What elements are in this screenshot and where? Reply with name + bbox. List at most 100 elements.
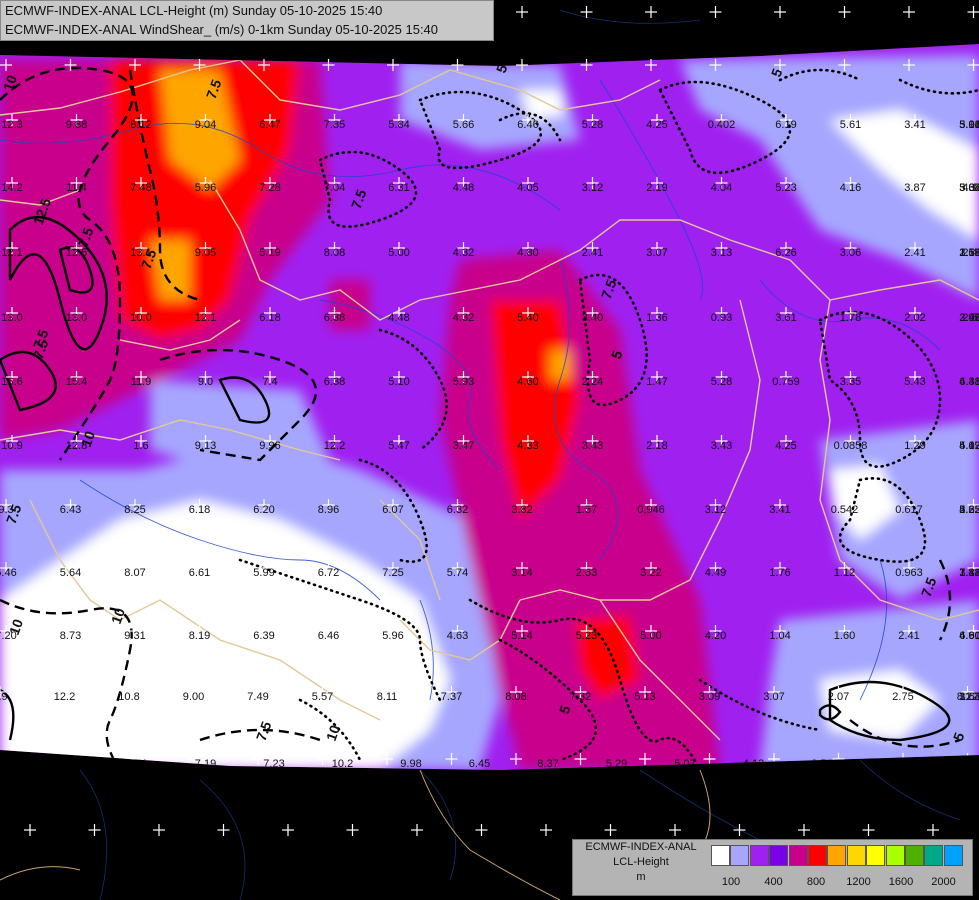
grid-value: 4.05 (517, 182, 538, 194)
legend-title-source: ECMWF-INDEX-ANAL (585, 841, 697, 853)
grid-value: 3.47 (453, 440, 474, 452)
grid-value: 9.9 (0, 691, 8, 703)
grid-value: 5.00 (640, 630, 661, 642)
grid-value: 2.02 (904, 312, 925, 324)
grid-value: 5.23 (775, 182, 796, 194)
grid-value: 3.61 (775, 312, 796, 324)
legend-swatch (924, 845, 944, 866)
grid-value: 10.2 (332, 758, 353, 770)
grid-value: 11.3 (960, 691, 979, 703)
grid-value: 6.31 (388, 182, 409, 194)
grid-value: 1.78 (840, 312, 861, 324)
grid-value: 5.29 (606, 758, 627, 770)
grid-value: 4.04 (711, 182, 732, 194)
grid-value: 3.41 (904, 119, 925, 131)
grid-value: 8 (0, 758, 3, 770)
grid-value: 8.19 (189, 630, 210, 642)
grid-value: 8.37 (537, 758, 558, 770)
grid-value: 6.32 (447, 504, 468, 516)
legend-swatch (827, 845, 847, 866)
grid-value: 15.4 (66, 376, 87, 388)
grid-value: 13.0 (66, 312, 87, 324)
header-line-windshear: ECMWF-INDEX-ANAL WindShear_ (m/s) 0-1km … (5, 22, 439, 37)
grid-value: 4.63 (447, 630, 468, 642)
legend-title-unit: m (636, 871, 646, 883)
grid-value: 7.04 (324, 182, 345, 194)
color-legend: ECMWF-INDEX-ANAL LCL-Height m 100 400 800 1… (572, 839, 973, 896)
grid-value: 9.31 (124, 630, 145, 642)
grid-value: 5.99 (253, 567, 274, 579)
weather-map-view: 12.3 9.88 8.12 9.04 6.47 7.85 5.84 5.66 6.46 5.28… (0, 0, 979, 900)
grid-value: 6.47 (259, 119, 280, 131)
grid-value: 9.0 (198, 376, 213, 388)
grid-value: 7.48 (130, 182, 151, 194)
grid-value: 6.39 (253, 630, 274, 642)
grid-value: 3.35 (840, 376, 861, 388)
grid-value: 3.40 (582, 312, 603, 324)
grid-value: 8.08 (505, 691, 526, 703)
grid-value: 6.43 (60, 504, 81, 516)
legend-tick-label: 2000 (931, 876, 956, 888)
grid-value: 5.74 (447, 567, 468, 579)
grid-value: 9.96 (259, 440, 280, 452)
grid-value: 7.42 (959, 567, 979, 579)
grid-value: 3.43 (711, 440, 732, 452)
grid-value: 4.17 (959, 440, 979, 452)
grid-value: 12.3 (1, 119, 22, 131)
grid-value: 2.07 (828, 691, 849, 703)
grid-value: 5.66 (453, 119, 474, 131)
grid-value: 5.28 (582, 119, 603, 131)
grid-value: 7.25 (382, 567, 403, 579)
grid-value: 0.0858 (834, 440, 868, 452)
grid-value: 8.11 (377, 691, 398, 703)
legend-tick-label: 100 (721, 876, 741, 888)
grid-value: 0.93 (711, 312, 732, 324)
grid-value: 1.47 (646, 376, 667, 388)
grid-value: 13.0 (1, 312, 22, 324)
grid-value: 12.1 (195, 312, 216, 324)
grid-value: 6.38 (324, 312, 345, 324)
grid-value: 3.06 (840, 247, 861, 259)
grid-value: 6.61 (189, 567, 210, 579)
grid-value: 2.19 (646, 182, 667, 194)
grid-value: 9.98 (400, 758, 421, 770)
grid-value: 12.1 (1, 247, 22, 259)
grid-value: 5.10 (388, 376, 409, 388)
grid-value: 12.2 (324, 440, 345, 452)
grid-value: 11.4 (66, 182, 87, 194)
legend-swatch (769, 845, 789, 866)
grid-value: 7.49 (247, 691, 268, 703)
grid-value: 14.2 (1, 182, 22, 194)
grid-value: 4.48 (388, 312, 409, 324)
grid-value: 4.13 (743, 758, 764, 770)
grid-value: 6.26 (775, 247, 796, 259)
grid-value: 1.29 (904, 440, 925, 452)
grid-value: 12.5 (66, 247, 87, 259)
legend-tick-label: 400 (764, 876, 783, 888)
grid-value: 3.22 (640, 567, 661, 579)
legend-swatch (711, 845, 730, 866)
grid-value: 8.07 (124, 567, 145, 579)
grid-value: 3.12 (705, 504, 726, 516)
grid-value: 4.25 (646, 119, 667, 131)
grid-value: 7.32 (570, 691, 591, 703)
legend-title: ECMWF-INDEX-ANAL LCL-Height m (573, 840, 709, 885)
grid-value: 10.9 (1, 440, 22, 452)
legend-swatch (943, 845, 963, 866)
grid-value: 5.93 (453, 376, 474, 388)
grid-value: 3.43 (582, 440, 603, 452)
grid-value: 4.32 (959, 504, 979, 516)
grid-value: 12.2 (54, 691, 75, 703)
grid-value: 2.41 (582, 247, 603, 259)
lcl-height-field: 12.3 9.88 8.12 9.04 6.47 7.85 5.84 5.66 6.46 5.28… (0, 44, 979, 770)
grid-value: 3.14 (511, 567, 532, 579)
grid-value: 2.5 (962, 312, 977, 324)
grid-value: 1.76 (769, 567, 790, 579)
grid-value: 4.80 (517, 247, 538, 259)
grid-value: 0.542 (831, 504, 859, 516)
grid-value: 8.96 (318, 504, 339, 516)
grid-value: 4.48 (959, 376, 979, 388)
lcl-height-map: 12.3 9.88 8.12 9.04 6.47 7.85 5.84 5.66 6.46 5.28… (0, 0, 979, 900)
grid-value: 4.32 (453, 312, 474, 324)
grid-value: 5.00 (388, 247, 409, 259)
